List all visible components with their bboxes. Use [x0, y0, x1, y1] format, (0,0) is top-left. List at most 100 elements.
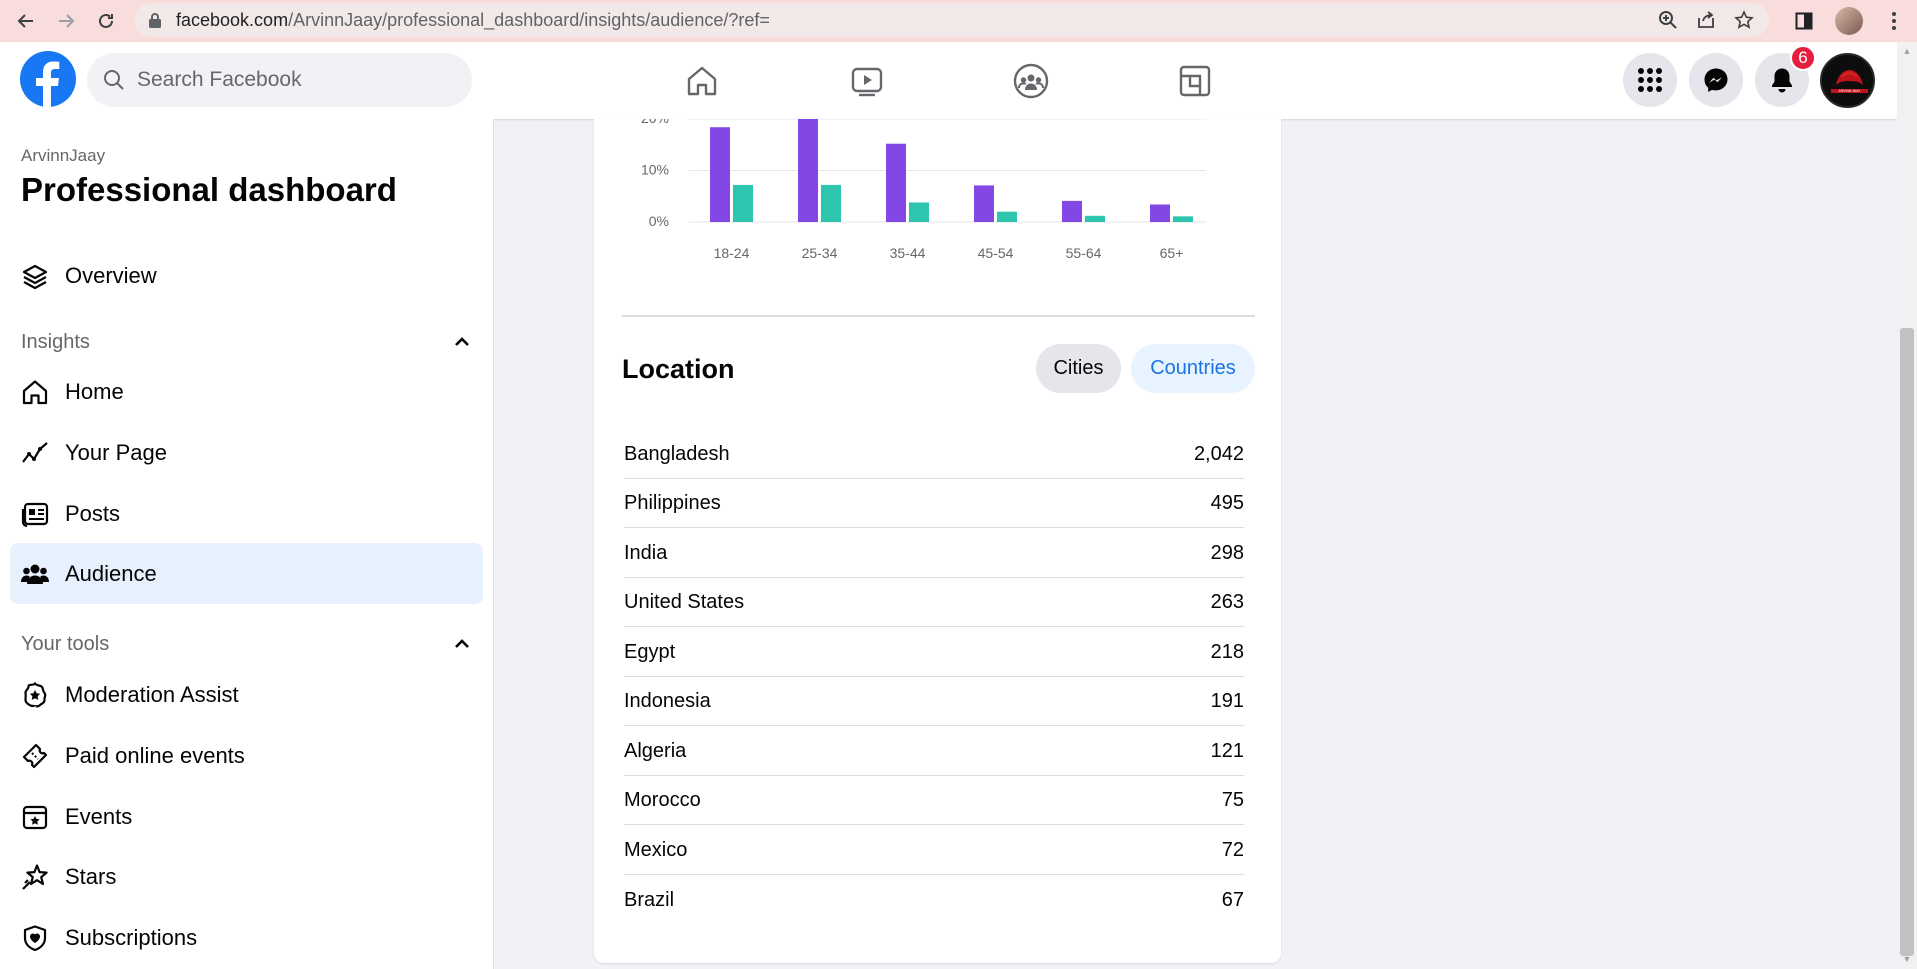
- bar: [798, 119, 818, 222]
- x-tick-label: 35-44: [890, 245, 926, 261]
- share-icon[interactable]: [1693, 7, 1719, 33]
- watch-video-icon: [851, 67, 883, 96]
- gaming-icon: [1179, 65, 1211, 96]
- groups-icon: [1013, 63, 1049, 98]
- nav-home-tab[interactable]: [637, 42, 767, 119]
- layers-icon: [20, 261, 50, 291]
- x-tick-label: 18-24: [714, 245, 750, 261]
- zoom-icon[interactable]: [1655, 7, 1681, 33]
- bar: [1085, 215, 1105, 222]
- age-gender-bar-chart: 0% 10% 20% 18-24 25-34 35-44 45-54 55-64 65+: [641, 119, 1206, 261]
- insights-section-header: Insights: [21, 331, 90, 353]
- profile-avatar[interactable]: ARVINN JAAY: [1820, 53, 1875, 108]
- reload-icon: [99, 13, 113, 28]
- sidebar-item-subscriptions[interactable]: Subscriptions: [10, 907, 483, 968]
- scroll-down-arrow-icon[interactable]: ▼: [1900, 954, 1914, 968]
- moderation-icon: [20, 680, 50, 710]
- location-row: Mexico 72: [624, 825, 1244, 875]
- forward-button[interactable]: [46, 0, 86, 42]
- star-icon: [20, 862, 50, 892]
- sidebar-item-label: Events: [65, 803, 133, 829]
- chevron-up-icon[interactable]: [452, 332, 472, 352]
- country-name: Indonesia: [624, 690, 711, 713]
- side-panel-icon[interactable]: [1791, 8, 1817, 34]
- x-tick-label: 25-34: [802, 245, 838, 261]
- bar: [1062, 200, 1082, 222]
- x-tick-label: 65+: [1160, 245, 1184, 261]
- your-tools-section-header: Your tools: [21, 633, 110, 655]
- account-name: ArvinnJaay: [21, 146, 106, 165]
- sidebar-item-stars[interactable]: Stars: [10, 846, 483, 907]
- sidebar-item-posts[interactable]: Posts: [10, 483, 483, 544]
- x-tick-label: 45-54: [978, 245, 1014, 261]
- country-name: Mexico: [624, 838, 688, 861]
- sidebar: ArvinnJaay Professional dashboard Overvi…: [0, 119, 494, 969]
- country-name: Egypt: [624, 640, 676, 663]
- search-input[interactable]: Search Facebook: [87, 53, 472, 107]
- page-title: Professional dashboard: [21, 171, 397, 208]
- nav-groups-tab[interactable]: [966, 42, 1096, 119]
- calendar-star-icon: [20, 802, 50, 832]
- nav-watch-tab[interactable]: [802, 42, 932, 119]
- sidebar-item-label: Your Page: [65, 439, 167, 465]
- arrow-left-icon: [17, 14, 33, 28]
- arrow-right-icon: [59, 14, 75, 28]
- country-value: 191: [1210, 690, 1244, 713]
- bell-icon: [1772, 68, 1792, 93]
- bar: [733, 184, 753, 222]
- y-tick-label: 0%: [649, 213, 669, 229]
- search-placeholder: Search Facebook: [137, 68, 302, 91]
- location-row: India 298: [624, 528, 1244, 578]
- sidebar-item-label: Posts: [65, 500, 121, 526]
- chevron-up-icon[interactable]: [452, 634, 472, 654]
- home-outline-icon: [687, 66, 717, 95]
- sidebar-item-label: Paid online events: [65, 742, 245, 768]
- location-row: Algeria 121: [624, 726, 1244, 776]
- country-name: Philippines: [624, 492, 721, 515]
- audience-icon: [20, 559, 50, 589]
- scroll-up-arrow-icon[interactable]: ▲: [1900, 46, 1914, 60]
- sidebar-item-label: Moderation Assist: [65, 681, 239, 707]
- location-row: Brazil 67: [624, 875, 1244, 925]
- notification-count-badge: 6: [1790, 45, 1816, 71]
- country-value: 75: [1221, 789, 1244, 812]
- country-value: 218: [1210, 640, 1244, 663]
- back-button[interactable]: [6, 0, 46, 42]
- search-icon: [104, 70, 124, 90]
- cities-tab[interactable]: Cities: [1036, 344, 1121, 393]
- address-bar[interactable]: facebook.com/ArvinnJaay/professional_das…: [134, 3, 1769, 37]
- scrollbar-thumb[interactable]: [1900, 328, 1914, 956]
- sidebar-item-audience[interactable]: Audience: [10, 543, 483, 604]
- location-row: Philippines 495: [624, 479, 1244, 528]
- country-value: 121: [1210, 739, 1244, 762]
- countries-tab[interactable]: Countries: [1131, 344, 1255, 393]
- facebook-header: Search Facebook 6 ARVINN JAAY: [0, 42, 1897, 119]
- ticket-icon: [20, 741, 50, 771]
- grid-menu-icon: [1638, 68, 1662, 92]
- bar: [821, 184, 841, 222]
- kebab-menu-icon[interactable]: [1881, 8, 1907, 34]
- sidebar-item-moderation-assist[interactable]: Moderation Assist: [10, 664, 483, 725]
- sidebar-item-home[interactable]: Home: [10, 361, 483, 422]
- messenger-button[interactable]: [1689, 53, 1743, 107]
- facebook-logo-icon[interactable]: [20, 51, 76, 107]
- sidebar-item-events[interactable]: Events: [10, 786, 483, 847]
- bar: [886, 143, 906, 222]
- bookmark-star-icon[interactable]: [1731, 7, 1757, 33]
- posts-icon: [20, 499, 50, 529]
- menu-button[interactable]: [1623, 53, 1677, 107]
- browser-profile-avatar[interactable]: [1835, 7, 1863, 35]
- country-name: Bangladesh: [624, 442, 730, 465]
- x-tick-label: 55-64: [1066, 245, 1102, 261]
- country-name: United States: [624, 591, 745, 614]
- sidebar-item-paid-online-events[interactable]: Paid online events: [10, 725, 483, 786]
- country-value: 67: [1221, 888, 1244, 911]
- sidebar-item-your-page[interactable]: Your Page: [10, 422, 483, 483]
- country-name: Algeria: [624, 739, 687, 762]
- sidebar-item-overview[interactable]: Overview: [10, 245, 483, 306]
- country-value: 72: [1221, 838, 1244, 861]
- reload-button[interactable]: [86, 0, 126, 42]
- bar: [974, 185, 994, 222]
- nav-gaming-tab[interactable]: [1130, 42, 1260, 119]
- bar: [909, 202, 929, 222]
